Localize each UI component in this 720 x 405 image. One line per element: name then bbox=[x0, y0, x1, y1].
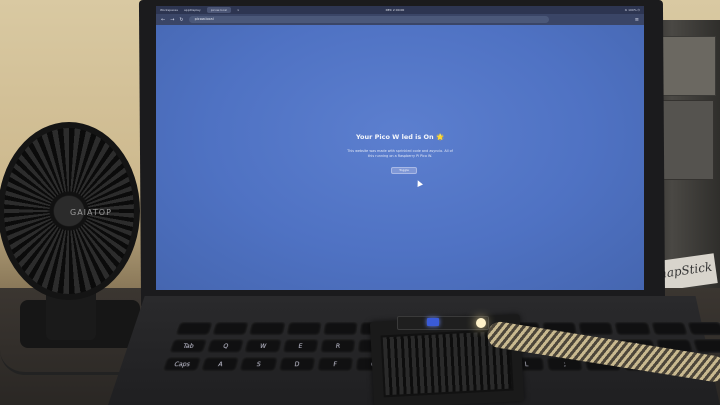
keyboard-key[interactable] bbox=[322, 322, 358, 336]
reload-icon[interactable]: ↻ bbox=[179, 17, 183, 23]
keyboard-key[interactable] bbox=[212, 322, 250, 336]
keyboard-key[interactable]: W bbox=[244, 339, 282, 353]
browser-tab-bar: Workspaces appDisplay picow.local × DEC … bbox=[156, 6, 644, 14]
page-description: This website was made with sprinkled cod… bbox=[347, 149, 453, 158]
keyboard-key[interactable]: S bbox=[239, 356, 278, 372]
toggle-button[interactable]: Toggle bbox=[391, 167, 417, 174]
close-icon[interactable]: × bbox=[237, 8, 240, 12]
forward-arrow-icon[interactable]: → bbox=[170, 17, 174, 23]
tab-workspaces[interactable]: Workspaces bbox=[160, 8, 178, 12]
clock: DEC 2 00:00 bbox=[385, 8, 405, 12]
keyboard-key[interactable]: D bbox=[277, 356, 316, 372]
photo-scene: ChapStick GAIATOP Workspaces appDisplay … bbox=[0, 0, 720, 405]
keyboard-key[interactable]: Caps bbox=[162, 356, 203, 372]
keyboard-key[interactable] bbox=[650, 322, 688, 336]
browser-toolbar: ← → ↻ picow.local ≡ bbox=[156, 14, 644, 25]
keyboard-key[interactable] bbox=[692, 339, 720, 353]
laptop-screen: Workspaces appDisplay picow.local × DEC … bbox=[156, 6, 644, 290]
keyboard-key[interactable] bbox=[578, 322, 615, 336]
system-tray[interactable]: ≋ 100% ⏻ bbox=[625, 8, 640, 12]
keyboard-key[interactable] bbox=[248, 322, 286, 336]
keyboard-key[interactable]: A bbox=[200, 356, 240, 372]
keyboard-key[interactable]: F bbox=[316, 356, 354, 372]
keyboard-key[interactable]: R bbox=[319, 339, 356, 353]
fan-logo: GAIATOP bbox=[70, 208, 112, 217]
keyboard-key[interactable]: Tab bbox=[168, 339, 208, 353]
page-heading: Your Pico W led is On 🌟 bbox=[355, 133, 445, 141]
keyboard-key[interactable] bbox=[285, 322, 322, 336]
keyboard-key[interactable]: Q bbox=[206, 339, 245, 353]
menu-icon[interactable]: ≡ bbox=[635, 17, 639, 23]
keyboard-key[interactable] bbox=[614, 322, 652, 336]
page-content: Your Pico W led is On 🌟 This website was… bbox=[156, 25, 644, 290]
mouse-cursor-icon bbox=[415, 179, 423, 187]
keyboard-key[interactable] bbox=[175, 322, 214, 336]
onboard-led-glow bbox=[476, 318, 486, 328]
pico-led bbox=[427, 318, 439, 326]
keyboard-key[interactable] bbox=[686, 322, 720, 336]
tab-picow[interactable]: picow.local bbox=[206, 7, 232, 13]
url-bar[interactable]: picow.local bbox=[188, 16, 549, 23]
back-arrow-icon[interactable]: ← bbox=[161, 17, 165, 23]
keyboard-key[interactable]: E bbox=[281, 339, 319, 353]
tab-app-display[interactable]: appDisplay bbox=[184, 8, 201, 12]
